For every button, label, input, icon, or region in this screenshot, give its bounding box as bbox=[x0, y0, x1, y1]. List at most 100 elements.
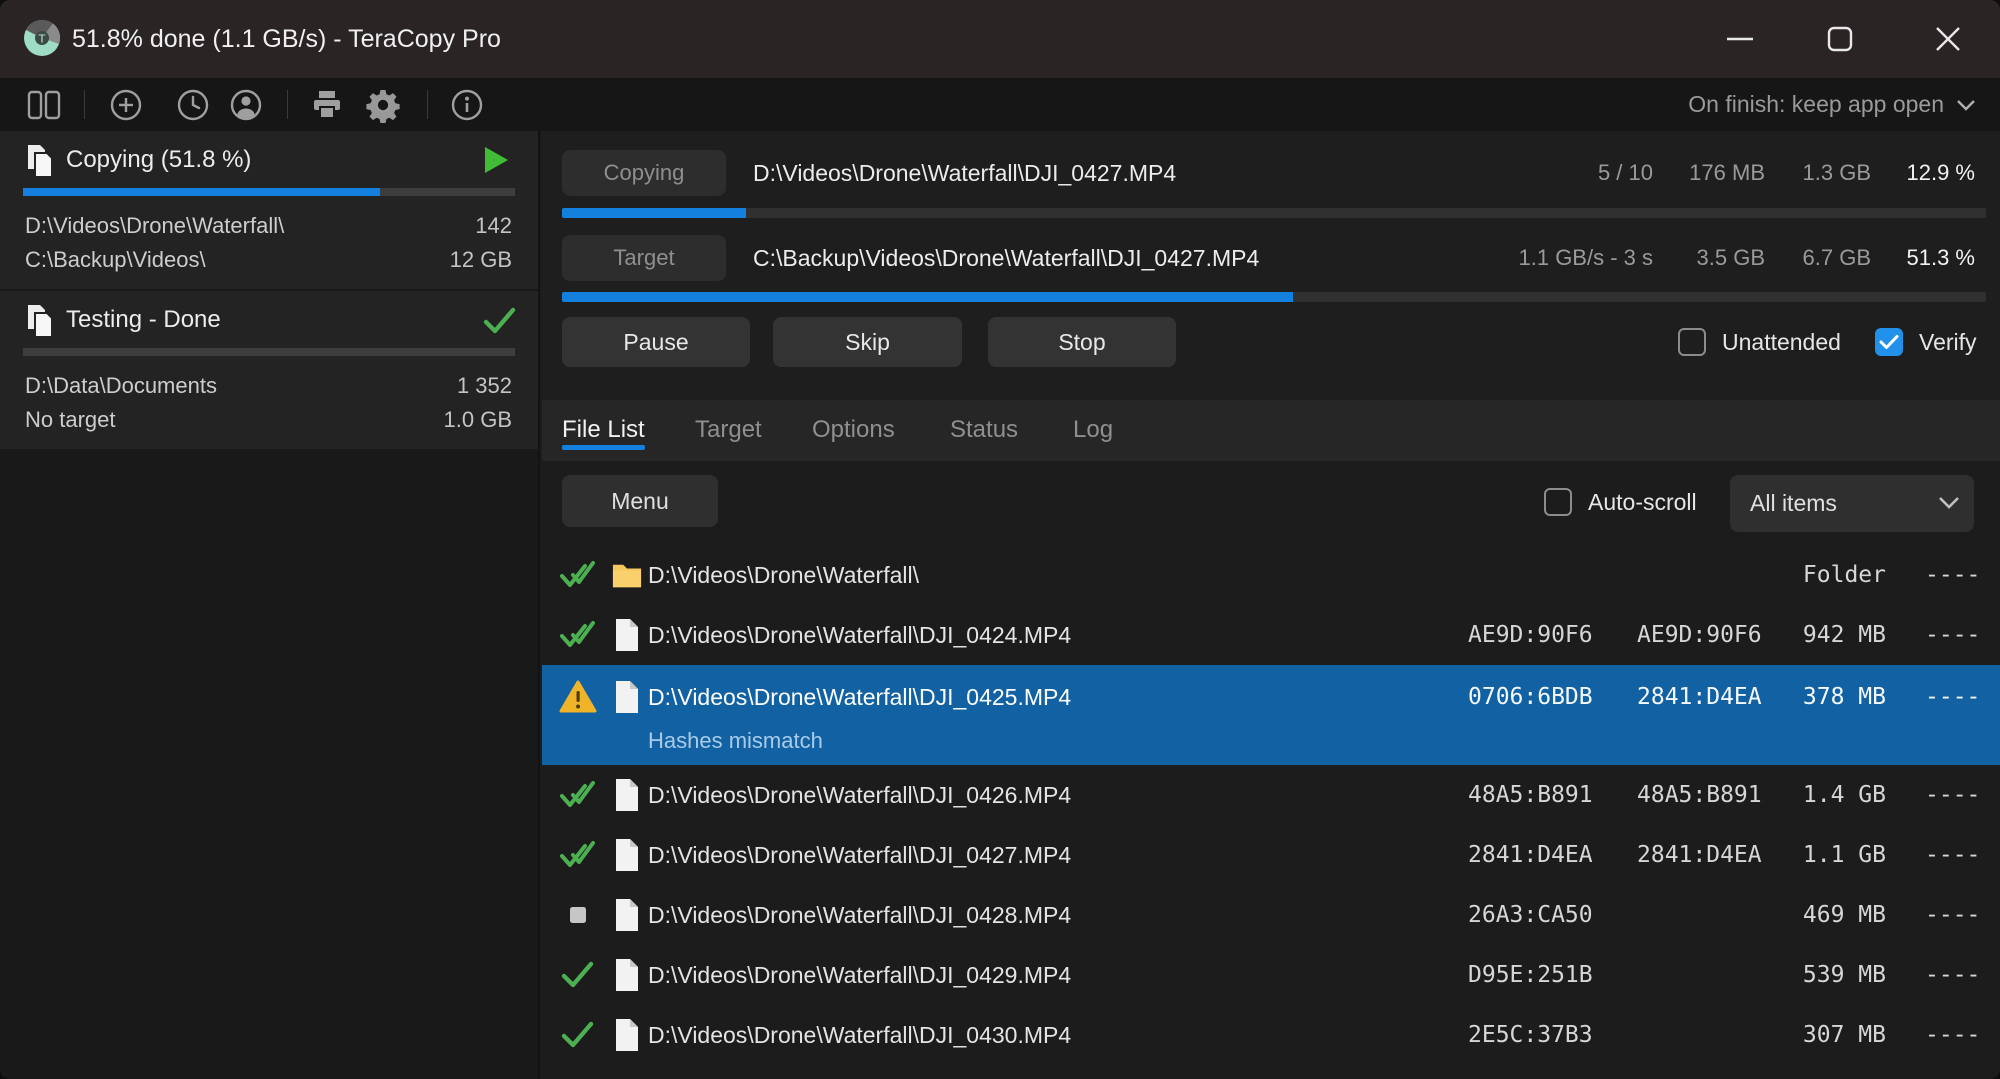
tab-options[interactable]: Options bbox=[812, 408, 895, 452]
file-path: D:\Videos\Drone\Waterfall\DJI_0427.MP4 bbox=[648, 825, 1071, 885]
task-play-icon[interactable] bbox=[482, 145, 514, 177]
file-row[interactable]: D:\Videos\Drone\Waterfall\DJI_0430.MP42E… bbox=[542, 1005, 2000, 1065]
file-row[interactable]: D:\Videos\Drone\Waterfall\DJI_0429.MP4D9… bbox=[542, 945, 2000, 1005]
file-icon bbox=[612, 1005, 642, 1065]
maximize-button[interactable] bbox=[1803, 0, 1877, 78]
task-info-line: C:\Backup\Videos\ 12 GB bbox=[25, 243, 512, 277]
tab-file-list[interactable]: File List bbox=[562, 408, 645, 452]
file-row[interactable]: D:\Videos\Drone\Waterfall\DJI_0426.MP4 48… bbox=[542, 765, 2000, 825]
toolbar-separator bbox=[427, 90, 428, 119]
transfer-badge[interactable]: Target bbox=[562, 235, 726, 281]
chevron-down-icon bbox=[1938, 495, 1960, 510]
file-path: D:\Videos\Drone\Waterfall\DJI_0426.MP4 bbox=[648, 765, 1071, 825]
verify-checkbox[interactable] bbox=[1875, 328, 1903, 356]
file-row[interactable]: D:\Videos\Drone\Waterfall\Folder---- bbox=[542, 545, 2000, 605]
file-extra: ---- bbox=[1925, 825, 1980, 885]
check-icon bbox=[556, 1005, 600, 1065]
task-value: 12 GB bbox=[450, 247, 512, 273]
auto-scroll-checkbox[interactable] bbox=[1544, 488, 1572, 516]
chevron-down-icon bbox=[1956, 98, 1976, 112]
tab-log[interactable]: Log bbox=[1073, 408, 1113, 452]
close-icon bbox=[1935, 26, 1961, 52]
file-extra: ---- bbox=[1925, 545, 1980, 605]
transfer-progress-bar bbox=[562, 208, 1986, 218]
play-icon bbox=[482, 145, 510, 175]
tab-target[interactable]: Target bbox=[695, 408, 762, 452]
menu-button[interactable]: Menu bbox=[562, 475, 718, 527]
tab-bar: File List Target Options Status Log bbox=[542, 400, 2000, 461]
panel-toggle-icon[interactable] bbox=[22, 78, 66, 131]
file-row[interactable]: D:\Videos\Drone\Waterfall\DJI_0424.MP4AE… bbox=[542, 605, 2000, 665]
info-icon[interactable] bbox=[445, 78, 489, 131]
double-check-icon bbox=[556, 765, 600, 825]
folder-icon bbox=[612, 561, 642, 589]
file-extra: ---- bbox=[1925, 945, 1980, 1005]
file-path: D:\Videos\Drone\Waterfall\DJI_0430.MP4 bbox=[648, 1005, 1071, 1065]
double-check-icon bbox=[556, 825, 600, 885]
transfer-stat: 1.3 GB bbox=[1803, 150, 1871, 196]
folder-icon bbox=[612, 545, 642, 605]
file-size: 942 MB bbox=[1805, 605, 1886, 665]
file-row[interactable]: D:\Videos\Drone\Waterfall\DJI_0425.MP4Ha… bbox=[542, 665, 2000, 765]
add-task-icon[interactable] bbox=[104, 78, 148, 131]
task-check-icon[interactable] bbox=[482, 305, 514, 337]
hash-source: 2841:D4EA bbox=[1468, 825, 1593, 885]
file-icon bbox=[612, 945, 642, 1005]
filter-value: All items bbox=[1750, 490, 1837, 517]
file-icon bbox=[612, 765, 642, 825]
file-size: 378 MB bbox=[1805, 665, 1886, 729]
task-path: D:\Data\Documents bbox=[25, 373, 217, 399]
check-icon bbox=[560, 959, 596, 991]
transfer-row: Copying D:\Videos\Drone\Waterfall\DJI_042… bbox=[542, 150, 2000, 196]
hash-source: 0706:6BDB bbox=[1468, 665, 1593, 729]
task-progress-bar bbox=[23, 188, 515, 196]
skip-button[interactable]: Skip bbox=[773, 317, 962, 367]
hash-target: AE9D:90F6 bbox=[1637, 605, 1762, 665]
file-row[interactable]: D:\Videos\Drone\Waterfall\DJI_0428.MP426… bbox=[542, 885, 2000, 945]
stop-square-icon bbox=[556, 885, 600, 945]
tab-status[interactable]: Status bbox=[950, 408, 1018, 452]
app-icon: T bbox=[22, 18, 62, 58]
toolbar-separator bbox=[287, 90, 288, 119]
file-row[interactable]: D:\Videos\Drone\Waterfall\DJI_0427.MP4 28… bbox=[542, 825, 2000, 885]
pause-button[interactable]: Pause bbox=[562, 317, 750, 367]
transfer-stat: 51.3 % bbox=[1907, 235, 1976, 281]
file-extra: ---- bbox=[1925, 765, 1980, 825]
task-card[interactable]: Copying (51.8 %)D:\Videos\Drone\Waterfal… bbox=[0, 131, 538, 289]
double-check-icon bbox=[556, 545, 600, 605]
hash-source: AE9D:90F6 bbox=[1468, 605, 1593, 665]
on-finish-dropdown[interactable]: On finish: keep app open bbox=[1688, 78, 1976, 131]
minimize-button[interactable] bbox=[1703, 0, 1777, 78]
print-icon[interactable] bbox=[305, 78, 349, 131]
check-icon bbox=[560, 1019, 596, 1051]
check-icon bbox=[556, 945, 600, 1005]
file-icon bbox=[612, 665, 642, 729]
stop-button[interactable]: Stop bbox=[988, 317, 1176, 367]
filter-dropdown[interactable]: All items bbox=[1730, 475, 1974, 532]
history-icon[interactable] bbox=[171, 78, 215, 131]
unattended-checkbox[interactable] bbox=[1678, 328, 1706, 356]
file-icon bbox=[614, 959, 640, 991]
task-path: C:\Backup\Videos\ bbox=[25, 247, 206, 273]
user-icon[interactable] bbox=[224, 78, 268, 131]
transfer-badge[interactable]: Copying bbox=[562, 150, 726, 196]
close-button[interactable] bbox=[1911, 0, 1985, 78]
window-title: 51.8% done (1.1 GB/s) - TeraCopy Pro bbox=[72, 0, 501, 78]
verify-label: Verify bbox=[1919, 328, 1977, 356]
on-finish-label: On finish: keep app open bbox=[1688, 91, 1944, 118]
transfer-row: TargetC:\Backup\Videos\Drone\Waterfall\D… bbox=[542, 235, 2000, 281]
transfer-path: D:\Videos\Drone\Waterfall\DJI_0427.MP4 bbox=[753, 150, 1176, 196]
transfer-progress-bar bbox=[562, 292, 1986, 302]
settings-gear-icon[interactable] bbox=[361, 78, 405, 131]
hash-source: 48A5:B891 bbox=[1468, 765, 1593, 825]
task-sidebar: Copying (51.8 %)D:\Videos\Drone\Waterfal… bbox=[0, 131, 540, 1079]
task-progress-bar bbox=[23, 348, 515, 356]
file-extra: ---- bbox=[1925, 665, 1980, 729]
task-card[interactable]: Testing - DoneD:\Data\Documents1 352No t… bbox=[0, 291, 538, 449]
file-extra: ---- bbox=[1925, 885, 1980, 945]
task-value: 142 bbox=[475, 213, 512, 239]
hash-target: 2841:D4EA bbox=[1637, 825, 1762, 885]
double-check-icon bbox=[556, 605, 600, 665]
copy-task-icon bbox=[25, 304, 55, 343]
transfer-stat: 176 MB bbox=[1689, 150, 1765, 196]
